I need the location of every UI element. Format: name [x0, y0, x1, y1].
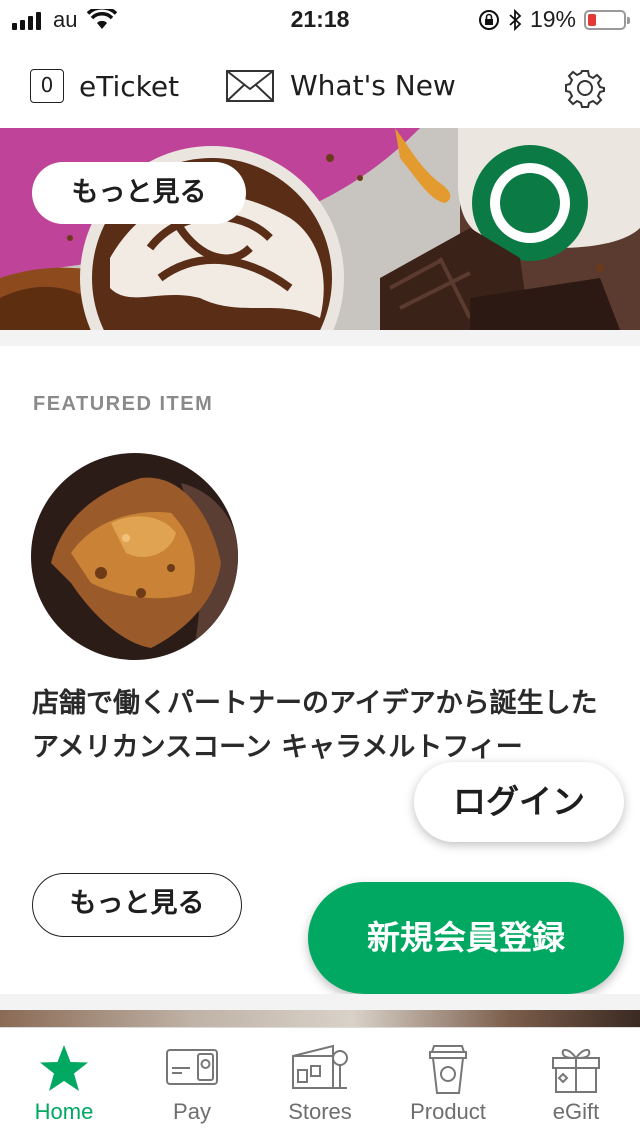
- mail-icon: [226, 69, 274, 102]
- store-icon: [292, 1044, 348, 1089]
- bluetooth-icon: [509, 8, 522, 31]
- star-icon: [40, 1045, 88, 1091]
- hero-more-button[interactable]: もっと見る: [32, 162, 246, 224]
- next-banner-image[interactable]: [0, 1010, 640, 1028]
- tab-label: eGift: [552, 1099, 600, 1124]
- tab-stores[interactable]: Stores: [256, 1028, 384, 1137]
- hero-image: [0, 128, 640, 330]
- section-divider: [0, 994, 640, 1010]
- tab-bar: Home Pay Stores Product eGift: [0, 1027, 640, 1137]
- top-nav: 0 eTicket What's New: [0, 56, 640, 120]
- tab-egift[interactable]: eGift: [512, 1028, 640, 1137]
- orientation-lock-icon: [478, 9, 499, 30]
- tab-label: Product: [410, 1099, 486, 1124]
- tab-home[interactable]: Home: [0, 1028, 128, 1137]
- tab-product[interactable]: Product: [384, 1028, 512, 1137]
- register-button[interactable]: 新規会員登録: [308, 882, 624, 994]
- eticket-count-badge: 0: [30, 69, 64, 103]
- battery-icon: [584, 9, 630, 30]
- hero-banner[interactable]: もっと見る: [0, 128, 640, 330]
- scone-photo: [31, 453, 238, 660]
- tab-label: Home: [34, 1099, 94, 1124]
- tab-pay[interactable]: Pay: [128, 1028, 256, 1137]
- featured-item-image[interactable]: [31, 453, 238, 660]
- eticket-label: eTicket: [79, 69, 180, 103]
- featured-heading: FEATURED ITEM: [33, 393, 214, 415]
- login-button[interactable]: ログイン: [414, 762, 624, 842]
- whats-new-label: What's New: [290, 69, 456, 102]
- section-divider: [0, 330, 640, 346]
- featured-more-button[interactable]: もっと見る: [32, 873, 242, 937]
- tab-label: Pay: [173, 1099, 211, 1124]
- gift-icon: [552, 1048, 600, 1093]
- cup-icon: [429, 1045, 467, 1094]
- tab-label: Stores: [288, 1099, 352, 1124]
- featured-item-title: 店舗で働くパートナーのアイデアから誕生したアメリカンスコーン キャラメルトフィー: [32, 688, 598, 763]
- card-icon: [166, 1049, 218, 1085]
- status-bar: au 21:18 19%: [0, 0, 640, 40]
- gear-icon[interactable]: [565, 68, 605, 108]
- battery-percent: 19%: [529, 6, 576, 32]
- whats-new-button[interactable]: What's New: [226, 69, 456, 102]
- eticket-button[interactable]: 0 eTicket: [30, 69, 179, 103]
